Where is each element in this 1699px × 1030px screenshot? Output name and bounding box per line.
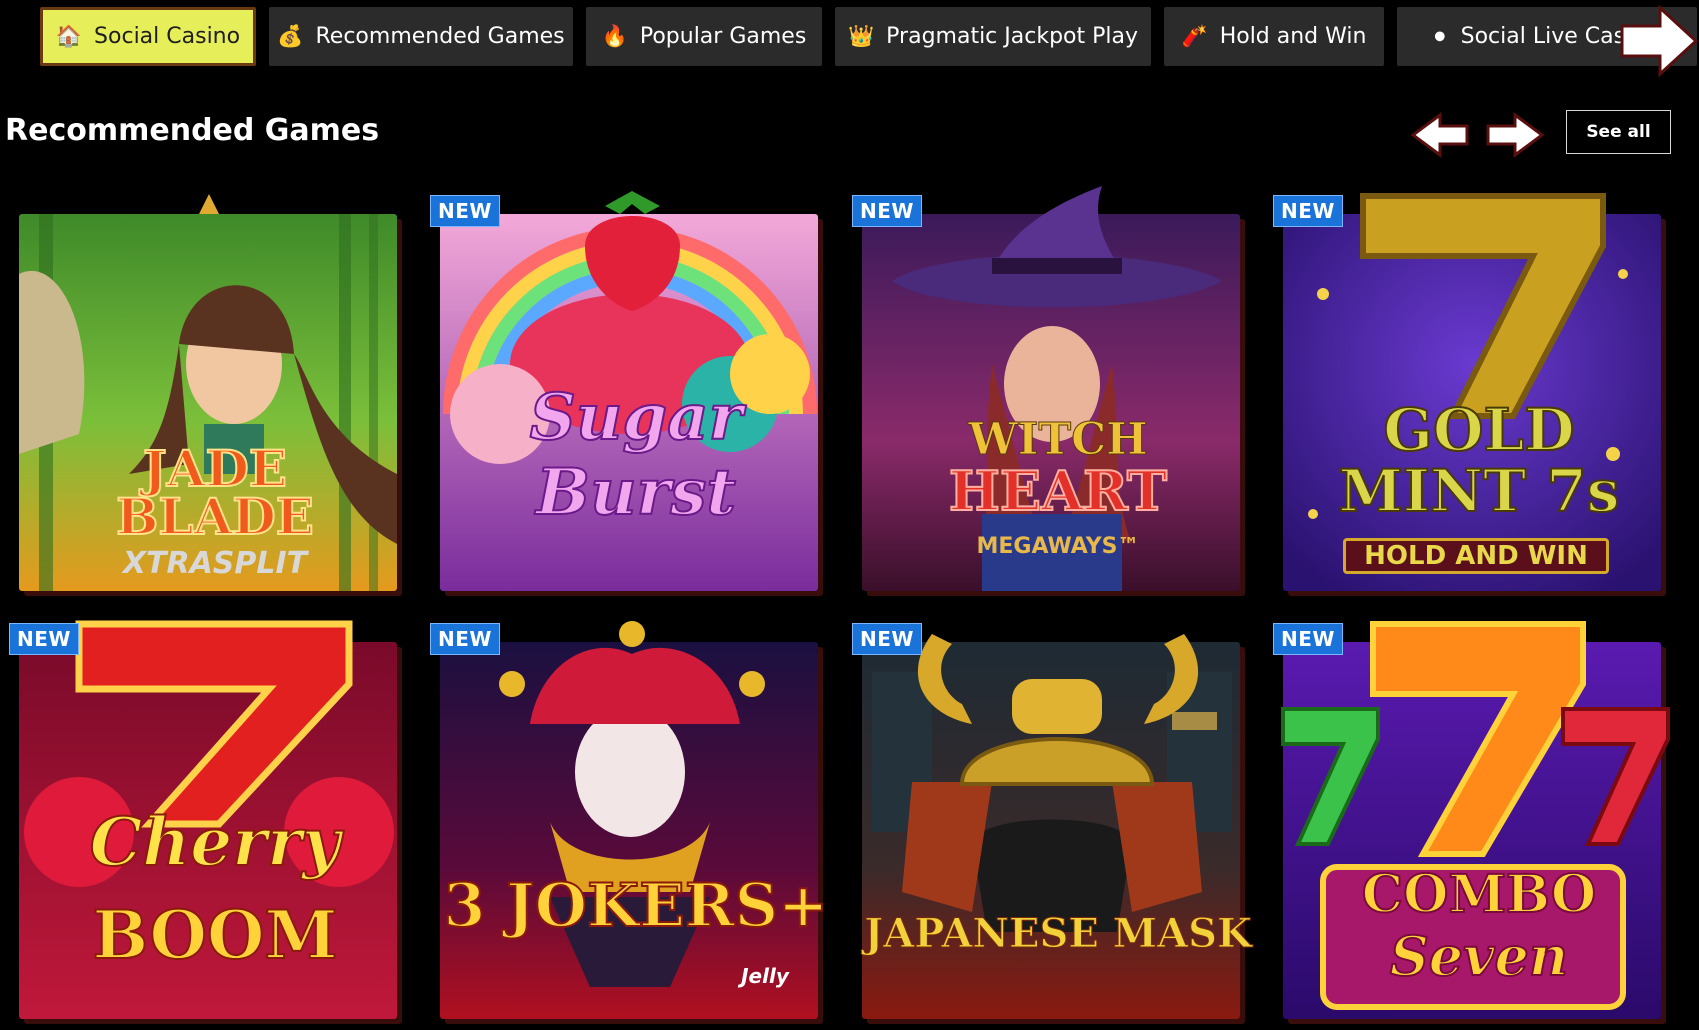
game-title-line2: Seven [1389, 924, 1569, 988]
tab-pragmatic-jackpot-play[interactable]: 👑 Pragmatic Jackpot Play [835, 7, 1151, 66]
game-title: GOLD [1382, 396, 1575, 464]
fire-icon: 🔥 [601, 24, 628, 48]
new-badge: NEW [852, 195, 922, 227]
dynamite-icon: 🧨 [1181, 24, 1208, 48]
game-card-japanese-mask[interactable]: JAPANESE MASK NEW [852, 614, 1254, 1019]
tab-hold-and-win[interactable]: 🧨 Hold and Win [1164, 7, 1384, 66]
game-subtitle: MEGAWAYS™ [976, 534, 1140, 559]
new-badge: NEW [1273, 195, 1343, 227]
new-badge: NEW [852, 623, 922, 655]
house-icon: 🏠 [55, 24, 83, 48]
previous-arrow-icon[interactable] [1410, 112, 1470, 158]
new-badge: NEW [430, 195, 500, 227]
money-bag-icon: 💰 [277, 24, 304, 48]
next-arrow-icon[interactable] [1485, 112, 1545, 158]
game-title-line2: Burst [535, 455, 737, 530]
game-card-gold-mint-7s[interactable]: GOLD MINT 7s HOLD AND WIN NEW [1273, 186, 1675, 591]
tab-label: Popular Games [639, 24, 807, 49]
new-badge: NEW [1273, 623, 1343, 655]
new-badge: NEW [430, 623, 500, 655]
game-title-line2: HEART [948, 459, 1168, 523]
tab-social-casino[interactable]: 🏠 Social Casino [40, 7, 256, 66]
tab-recommended-games[interactable]: 💰 Recommended Games [269, 7, 573, 66]
game-title-line2: MINT 7s [1338, 457, 1621, 525]
section-title: Recommended Games [5, 113, 380, 148]
tab-label: Pragmatic Jackpot Play [886, 24, 1138, 49]
game-card-sugar-burst[interactable]: Sugar Burst NEW [430, 186, 832, 591]
poker-chip-icon: ⚫ [1431, 24, 1449, 49]
arrow-right-icon[interactable] [1618, 4, 1698, 78]
game-title: WITCH [968, 414, 1148, 465]
new-badge: NEW [9, 623, 79, 655]
game-title: COMBO [1361, 864, 1597, 925]
game-title: Sugar [529, 380, 744, 455]
game-title: 3 JOKERS+ [443, 871, 830, 941]
game-card-combo-seven[interactable]: COMBO Seven NEW [1273, 614, 1675, 1019]
hair-ornament-icon [199, 194, 219, 214]
category-tabs: 🏠 Social Casino 💰 Recommended Games 🔥 Po… [0, 0, 1699, 80]
tab-popular-games[interactable]: 🔥 Popular Games [586, 7, 822, 66]
tab-label: Recommended Games [315, 24, 565, 49]
tab-label: Social Casino [94, 24, 241, 49]
crown-icon: 👑 [848, 24, 875, 48]
game-subtitle: HOLD AND WIN [1343, 538, 1609, 574]
game-card-jade-blade[interactable]: JADE BLADE XTRASPLIT [19, 186, 411, 591]
game-title-line2: BLADE [115, 487, 315, 546]
game-card-witch-heart[interactable]: WITCH HEART MEGAWAYS™ NEW [852, 186, 1254, 591]
game-card-cherry-boom[interactable]: Cherry BOOM NEW [9, 614, 411, 1019]
game-title-line2: BOOM [91, 896, 338, 974]
tab-label: Hold and Win [1219, 24, 1367, 49]
see-all-button[interactable]: See all [1566, 110, 1671, 154]
game-subtitle: XTRASPLIT [122, 546, 308, 581]
game-title: Cherry [89, 803, 341, 881]
game-title: JAPANESE MASK [864, 910, 1252, 957]
game-subtitle: Jelly [741, 964, 789, 988]
game-card-3-jokers[interactable]: 3 JOKERS+ Jelly NEW [430, 614, 832, 1019]
